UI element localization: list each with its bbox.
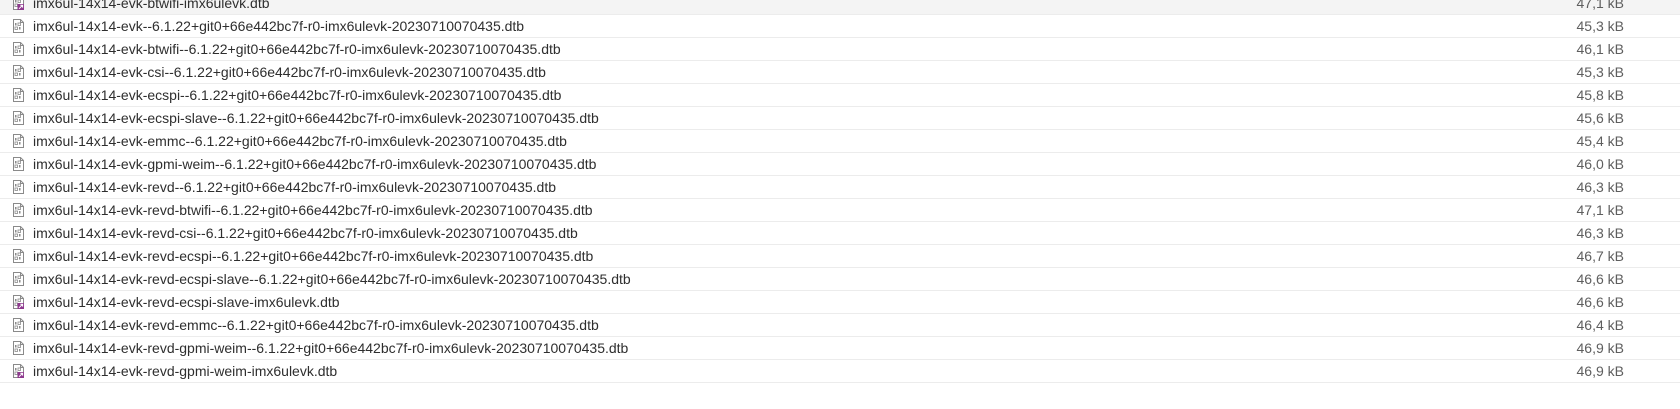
file-size: 45,3 kB: [1576, 18, 1624, 34]
file-name: imx6ul-14x14-evk-revd-btwifi--6.1.22+git…: [33, 202, 593, 218]
file-row[interactable]: imx6ul-14x14-evk-revd-ecspi-slave-imx6ul…: [0, 291, 1680, 314]
file-name: imx6ul-14x14-evk-ecspi-slave--6.1.22+git…: [33, 110, 599, 126]
file-size: 47,1 kB: [1576, 0, 1624, 11]
binary-file-icon: [13, 341, 24, 355]
file-row[interactable]: imx6ul-14x14-evk-revd-gpmi-weim-imx6ulev…: [0, 360, 1680, 383]
binary-file-icon: [13, 226, 24, 240]
file-size: 45,6 kB: [1576, 110, 1624, 126]
file-size: 46,9 kB: [1576, 340, 1624, 356]
file-size: 46,4 kB: [1576, 317, 1624, 333]
file-row[interactable]: imx6ul-14x14-evk-revd-ecspi--6.1.22+git0…: [0, 245, 1680, 268]
file-row[interactable]: imx6ul-14x14-evk-revd--6.1.22+git0+66e44…: [0, 176, 1680, 199]
symlink-file-icon: [13, 0, 24, 10]
file-name: imx6ul-14x14-evk-revd-csi--6.1.22+git0+6…: [33, 225, 578, 241]
file-row[interactable]: imx6ul-14x14-evk-csi--6.1.22+git0+66e442…: [0, 61, 1680, 84]
file-row[interactable]: imx6ul-14x14-evk-gpmi-weim--6.1.22+git0+…: [0, 153, 1680, 176]
file-size: 46,1 kB: [1576, 41, 1624, 57]
file-row[interactable]: imx6ul-14x14-evk-btwifi-imx6ulevk.dtb 47…: [0, 0, 1680, 15]
file-size: 46,3 kB: [1576, 179, 1624, 195]
binary-file-icon: [13, 157, 24, 171]
file-row[interactable]: imx6ul-14x14-evk--6.1.22+git0+66e442bc7f…: [0, 15, 1680, 38]
file-size: 46,6 kB: [1576, 294, 1624, 310]
file-size: 47,1 kB: [1576, 202, 1624, 218]
file-name: imx6ul-14x14-evk-revd-emmc--6.1.22+git0+…: [33, 317, 599, 333]
file-name: imx6ul-14x14-evk-revd-ecspi-slave-imx6ul…: [33, 294, 340, 310]
file-name: imx6ul-14x14-evk-btwifi--6.1.22+git0+66e…: [33, 41, 561, 57]
file-size: 45,3 kB: [1576, 64, 1624, 80]
file-size: 46,9 kB: [1576, 363, 1624, 379]
binary-file-icon: [13, 42, 24, 56]
file-row[interactable]: imx6ul-14x14-evk-emmc--6.1.22+git0+66e44…: [0, 130, 1680, 153]
binary-file-icon: [13, 134, 24, 148]
file-name: imx6ul-14x14-evk-emmc--6.1.22+git0+66e44…: [33, 133, 567, 149]
file-name: imx6ul-14x14-evk-revd-gpmi-weim--6.1.22+…: [33, 340, 629, 356]
file-name: imx6ul-14x14-evk-revd-gpmi-weim-imx6ulev…: [33, 363, 338, 379]
file-row[interactable]: imx6ul-14x14-evk-revd-csi--6.1.22+git0+6…: [0, 222, 1680, 245]
file-size: 46,0 kB: [1576, 156, 1624, 172]
binary-file-icon: [13, 88, 24, 102]
file-row[interactable]: imx6ul-14x14-evk-revd-gpmi-weim--6.1.22+…: [0, 337, 1680, 360]
file-row[interactable]: imx6ul-14x14-evk-btwifi--6.1.22+git0+66e…: [0, 38, 1680, 61]
file-name: imx6ul-14x14-evk--6.1.22+git0+66e442bc7f…: [33, 18, 525, 34]
file-name: imx6ul-14x14-evk-revd-ecspi-slave--6.1.2…: [33, 271, 631, 287]
file-name: imx6ul-14x14-evk-csi--6.1.22+git0+66e442…: [33, 64, 546, 80]
binary-file-icon: [13, 318, 24, 332]
file-row[interactable]: imx6ul-14x14-evk-revd-emmc--6.1.22+git0+…: [0, 314, 1680, 337]
file-row[interactable]: imx6ul-14x14-evk-revd-btwifi--6.1.22+git…: [0, 199, 1680, 222]
file-name: imx6ul-14x14-evk-gpmi-weim--6.1.22+git0+…: [33, 156, 597, 172]
file-list: imx6ul-14x14-evk-btwifi-imx6ulevk.dtb 47…: [0, 0, 1680, 383]
binary-file-icon: [13, 180, 24, 194]
file-size: 46,7 kB: [1576, 248, 1624, 264]
binary-file-icon: [13, 272, 24, 286]
binary-file-icon: [13, 19, 24, 33]
symlink-file-icon: [13, 295, 24, 309]
file-size: 46,3 kB: [1576, 225, 1624, 241]
file-row[interactable]: imx6ul-14x14-evk-ecspi--6.1.22+git0+66e4…: [0, 84, 1680, 107]
binary-file-icon: [13, 249, 24, 263]
file-name: imx6ul-14x14-evk-ecspi--6.1.22+git0+66e4…: [33, 87, 562, 103]
symlink-file-icon: [13, 364, 24, 378]
file-row[interactable]: imx6ul-14x14-evk-ecspi-slave--6.1.22+git…: [0, 107, 1680, 130]
file-size: 45,4 kB: [1576, 133, 1624, 149]
file-row[interactable]: imx6ul-14x14-evk-revd-ecspi-slave--6.1.2…: [0, 268, 1680, 291]
file-name: imx6ul-14x14-evk-revd--6.1.22+git0+66e44…: [33, 179, 556, 195]
binary-file-icon: [13, 111, 24, 125]
file-size: 46,6 kB: [1576, 271, 1624, 287]
binary-file-icon: [13, 65, 24, 79]
file-size: 45,8 kB: [1576, 87, 1624, 103]
file-name: imx6ul-14x14-evk-btwifi-imx6ulevk.dtb: [33, 0, 270, 11]
file-name: imx6ul-14x14-evk-revd-ecspi--6.1.22+git0…: [33, 248, 594, 264]
binary-file-icon: [13, 203, 24, 217]
